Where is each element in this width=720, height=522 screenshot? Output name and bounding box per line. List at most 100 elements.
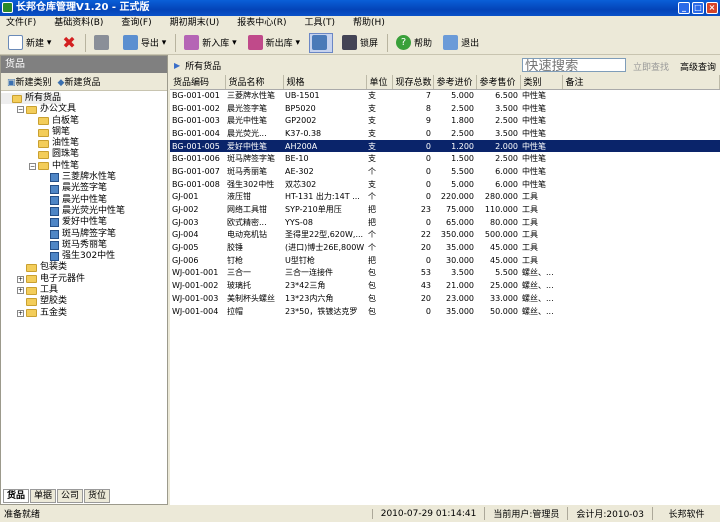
tree-node[interactable]: 白板笔	[1, 116, 167, 127]
table-cell: 把	[368, 205, 376, 215]
new-button[interactable]: 新建 ▾	[6, 33, 53, 53]
magnifier-icon	[312, 35, 328, 50]
table-cell: 工具	[522, 192, 538, 202]
new-item-button[interactable]: ◆新建货品	[58, 75, 101, 88]
table-cell: BP5020	[285, 103, 316, 113]
new-in-button[interactable]: 新入库 ▾	[182, 33, 238, 53]
expand-icon[interactable]: +	[17, 287, 24, 295]
table-cell	[562, 267, 720, 280]
tab-companies[interactable]: 公司	[57, 489, 84, 503]
tab-goods[interactable]: 货品	[3, 489, 30, 503]
table-cell: 中性笔	[522, 154, 546, 164]
tree-node[interactable]: + 工具	[1, 285, 167, 296]
tree-node[interactable]: 钢笔	[1, 127, 167, 138]
table-row[interactable]: WJ-001-001 三合一 三合一连接件 包 53 3.500 5.500 螺丝、...	[170, 267, 720, 280]
menu-tools[interactable]: 工具(T)	[305, 16, 336, 31]
column-header[interactable]: 参考售价	[476, 75, 521, 90]
tree-node[interactable]: 晨光签字笔	[1, 183, 167, 194]
close-button[interactable]: ×	[706, 2, 718, 14]
menu-file[interactable]: 文件(F)	[6, 16, 36, 31]
tree-node[interactable]: 三菱牌水性笔	[1, 172, 167, 183]
table-row[interactable]: GJ-001 液压钳 HT-131 出力:14T ... 个 0 220.000 280.0…	[170, 191, 720, 204]
table-row[interactable]: GJ-002 网络工具钳 SYP-210单用压 把 23 75.000 110.000 工具	[170, 203, 720, 216]
table-cell: 斑马牌签字笔	[227, 154, 275, 164]
quick-find-button[interactable]: 立即查找	[633, 60, 669, 73]
table-row[interactable]: BG-001-006 斑马牌签字笔 BE-10 支 0 1.500 2.500 中性笔	[170, 152, 720, 165]
table-cell: GJ-002	[172, 205, 199, 215]
table-row[interactable]: WJ-001-003 美制杯头螺丝 13*23内六角 包 20 23.000 33.000 螺…	[170, 292, 720, 305]
tree-node[interactable]: 爱好中性笔	[1, 217, 167, 228]
lock-screen-button[interactable]: 锁屏	[340, 33, 380, 53]
collapse-icon[interactable]: −	[17, 106, 24, 114]
column-header[interactable]: 现存总数	[392, 75, 434, 90]
folder-icon	[38, 117, 49, 126]
column-header[interactable]: 单位	[366, 75, 393, 90]
item-icon	[50, 229, 59, 239]
menu-query[interactable]: 查询(F)	[121, 16, 151, 31]
tree-node[interactable]: − 办公文具	[1, 104, 167, 115]
menu-help[interactable]: 帮助(H)	[353, 16, 385, 31]
column-header[interactable]: 货品编码	[170, 75, 226, 90]
stock-out-icon	[247, 35, 263, 50]
menu-period[interactable]: 期初期末(U)	[170, 16, 220, 31]
tree-node[interactable]: − 中性笔	[1, 161, 167, 172]
expand-icon[interactable]: +	[17, 309, 24, 317]
search-tool-button[interactable]	[309, 32, 334, 53]
table-row[interactable]: BG-001-004 晨光荧光... K37-0.38 支 0 2.500 3.500 中性笔	[170, 127, 720, 140]
column-header[interactable]: 货品名称	[225, 75, 284, 90]
new-out-button[interactable]: 新出库 ▾	[246, 33, 302, 53]
tree-node[interactable]: 斑马牌签字笔	[1, 229, 167, 240]
tree-node[interactable]: 油性笔	[1, 138, 167, 149]
table-row[interactable]: WJ-001-004 拉帽 23*50，铁镀达克罗包 0 35.000 50.000 螺丝、…	[170, 305, 720, 318]
column-header[interactable]: 参考进价	[433, 75, 477, 90]
export-button[interactable]: 导出 ▾	[121, 33, 168, 53]
column-header[interactable]: 规格	[283, 75, 367, 90]
print-button[interactable]	[92, 33, 114, 53]
tree-node[interactable]: 晨光荧光中性笔	[1, 206, 167, 217]
collapse-icon[interactable]: −	[29, 162, 36, 170]
table-row[interactable]: BG-001-008 强生302中性 双芯302 支 0 5.000 6.000 中性笔	[170, 178, 720, 191]
tree-node[interactable]: + 五金类	[1, 308, 167, 319]
tree-node[interactable]: 所有货品	[1, 93, 61, 105]
quick-search-input[interactable]	[522, 58, 626, 72]
new-category-button[interactable]: ▣新建类别	[7, 75, 52, 88]
table-cell: 爱好中性笔	[225, 139, 283, 153]
tab-locations[interactable]: 货位	[84, 489, 111, 503]
table-row[interactable]: BG-001-003 晨光中性笔 GP2002 支 9 1.800 2.500 中性笔	[170, 114, 720, 127]
table-row[interactable]: WJ-001-002 玻璃托 23*42三角 包 43 21.000 25.000 螺丝、..…	[170, 279, 720, 292]
table-row[interactable]: BG-001-007 斑马秀丽笔 AE-302 个 0 5.500 6.000 中性笔	[170, 165, 720, 178]
menu-reports[interactable]: 报表中心(R)	[237, 16, 286, 31]
table-row[interactable]: BG-001-005 爱好中性笔 AH200A 支 0 1.200 2.000 中性笔	[170, 139, 720, 153]
menu-basic-data[interactable]: 基础资料(B)	[54, 16, 103, 31]
table-cell: BG-001-001	[172, 91, 220, 101]
tree-node[interactable]: 斑马秀丽笔	[1, 240, 167, 251]
help-button[interactable]: ? 帮助	[394, 33, 434, 53]
item-icon	[50, 218, 59, 228]
exit-button[interactable]: 退出	[441, 33, 481, 53]
table-row[interactable]: GJ-003 欧式精密... YYS-08 把 0 65.000 80.000 工具	[170, 216, 720, 229]
column-header[interactable]: 类别	[520, 75, 563, 90]
delete-button[interactable]: ✖	[60, 33, 77, 53]
column-header[interactable]: 备注	[562, 75, 720, 90]
tree-node[interactable]: 强生302中性	[1, 251, 167, 262]
toolbar: 新建 ▾ ✖ 导出 ▾ 新入库 ▾ 新出库 ▾ 锁屏 ? 帮助 退出	[0, 31, 720, 55]
table-cell: 9	[425, 116, 431, 126]
maximize-button[interactable]: □	[692, 2, 704, 14]
tree-node[interactable]: 包装类	[1, 262, 167, 273]
tab-documents[interactable]: 单据	[30, 489, 57, 503]
table-row[interactable]: GJ-004 电动充机钻 圣得里22型,620W,... 个 22 350.000 500.…	[170, 229, 720, 242]
folder-icon	[38, 139, 49, 148]
table-row[interactable]: BG-001-002 晨光签字笔 BP5020 支 8 2.500 3.500 中性笔	[170, 102, 720, 115]
expand-icon[interactable]: +	[17, 275, 24, 283]
tree-node[interactable]: 塑胶类	[1, 296, 167, 307]
table-row[interactable]: GJ-005 胶锤 (进口)博士26E,800W 个 20 35.000 45.000 工具	[170, 241, 720, 254]
table-row[interactable]: GJ-006 钉枪 U型钉枪 把 0 30.000 45.000 工具	[170, 254, 720, 267]
minimize-button[interactable]: _	[678, 2, 690, 14]
tree-node[interactable]: 晨光中性笔	[1, 195, 167, 206]
tree-node[interactable]: 圆珠笔	[1, 149, 167, 160]
advanced-query-button[interactable]: 高级查询	[680, 60, 716, 73]
tree-node[interactable]: + 电子元器件	[1, 274, 167, 285]
table-row[interactable]: BG-001-001 三菱牌水性笔 UB-1501 支 7 5.000 6.500 中性笔	[170, 89, 720, 102]
table-cell: 23*50，铁镀达克罗	[285, 306, 358, 316]
table-cell	[562, 114, 720, 127]
